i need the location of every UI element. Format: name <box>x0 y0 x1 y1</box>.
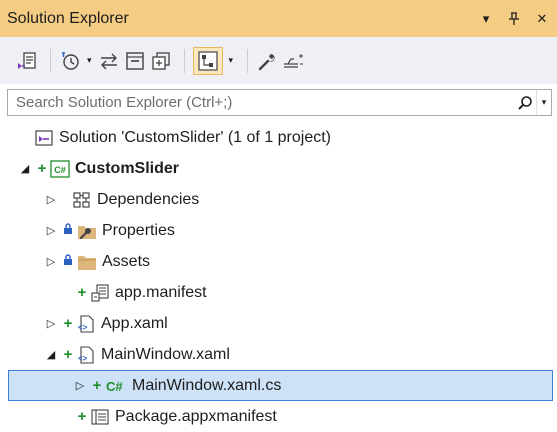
svg-text:C#: C# <box>54 165 66 175</box>
panel-title-bar: Solution Explorer ▾ ✕ <box>0 0 557 37</box>
preview-selected-items-icon[interactable] <box>192 46 223 75</box>
csharp-project-icon: C# <box>50 159 70 179</box>
xaml-file-icon: <> <box>76 345 96 365</box>
tree-item-app-xaml[interactable]: ▷ + <> App.xaml <box>0 308 557 339</box>
tree-item-label: Solution 'CustomSlider' (1 of 1 project) <box>59 129 332 146</box>
show-all-files-icon[interactable] <box>150 47 172 75</box>
tree-item-project[interactable]: ◢ + C# CustomSlider <box>0 153 557 184</box>
collapsed-arrow-icon[interactable]: ▷ <box>73 379 87 392</box>
folder-icon <box>77 252 97 272</box>
tree-item-mainwindow-xaml[interactable]: ◢ + <> MainWindow.xaml <box>0 339 557 370</box>
expanded-arrow-icon[interactable]: ◢ <box>44 348 58 361</box>
tree-item-label: Package.appxmanifest <box>115 408 277 425</box>
collapsed-arrow-icon[interactable]: ▷ <box>44 255 58 268</box>
added-icon: + <box>63 315 73 332</box>
tree-item-label: Dependencies <box>97 191 200 208</box>
search-options-dropdown-icon[interactable]: ▾ <box>536 90 551 115</box>
collapse-all-icon[interactable] <box>124 47 146 75</box>
toolbar-separator <box>183 48 185 73</box>
preview-dropdown-icon[interactable]: ▾ <box>229 55 234 66</box>
properties-icon[interactable] <box>256 47 278 75</box>
collapsed-arrow-icon[interactable]: ▷ <box>44 224 58 237</box>
tree-item-package-appxmanifest[interactable]: + Package.appxmanifest <box>0 401 557 432</box>
tree-item-label: Properties <box>102 222 175 239</box>
solution-tree: Solution 'CustomSlider' (1 of 1 project)… <box>0 122 557 432</box>
tree-item-label: MainWindow.xaml <box>101 346 230 363</box>
title-controls: ▾ ✕ <box>479 0 549 37</box>
csharp-file-icon: C# <box>105 376 127 396</box>
svg-text:<>: <> <box>78 354 88 363</box>
expanded-arrow-icon[interactable]: ◢ <box>18 162 32 175</box>
appxmanifest-file-icon <box>90 407 110 427</box>
search-box: ▾ <box>7 89 552 116</box>
toolbar-separator <box>247 48 249 73</box>
lock-icon <box>62 254 74 269</box>
tree-item-label: Assets <box>102 253 151 270</box>
pending-changes-filter-icon[interactable] <box>59 47 81 75</box>
manifest-file-icon <box>90 283 110 303</box>
tree-item-label: app.manifest <box>115 284 207 301</box>
added-icon: + <box>77 284 87 301</box>
added-icon: + <box>92 377 102 394</box>
added-icon: + <box>37 160 47 177</box>
panel-title: Solution Explorer <box>7 9 129 27</box>
tree-item-label: MainWindow.xaml.cs <box>132 377 282 394</box>
switch-views-icon[interactable] <box>16 47 38 75</box>
tree-item-assets[interactable]: ▷ Assets <box>0 246 557 277</box>
pin-icon[interactable] <box>507 11 521 26</box>
search-input[interactable] <box>8 90 514 115</box>
solution-icon <box>34 128 54 148</box>
tree-item-mainwindow-xaml-cs[interactable]: ▷ + C# MainWindow.xaml.cs <box>8 370 553 401</box>
toolbar-separator <box>50 48 51 73</box>
svg-text:<>: <> <box>78 323 88 332</box>
added-icon: + <box>77 408 87 425</box>
xaml-file-icon: <> <box>76 314 96 334</box>
collapsed-arrow-icon[interactable]: ▷ <box>44 193 58 206</box>
dropdown-icon[interactable]: ▾ <box>479 11 493 27</box>
close-icon[interactable]: ✕ <box>535 11 549 27</box>
sync-with-active-document-icon[interactable] <box>98 47 120 75</box>
tree-item-dependencies[interactable]: ▷ Dependencies <box>0 184 557 215</box>
properties-folder-icon <box>77 221 97 241</box>
tree-item-label: App.xaml <box>101 315 168 332</box>
search-icon[interactable] <box>514 90 536 115</box>
lock-icon <box>62 223 74 238</box>
tree-item-solution[interactable]: Solution 'CustomSlider' (1 of 1 project) <box>0 122 557 153</box>
toolbar: ▾ ▾ <box>0 37 557 84</box>
tree-item-app-manifest[interactable]: + app.manifest <box>0 277 557 308</box>
preview-pane-icon[interactable] <box>282 47 306 75</box>
dependencies-icon <box>72 190 92 210</box>
tree-item-label: CustomSlider <box>75 160 180 177</box>
collapsed-arrow-icon[interactable]: ▷ <box>44 317 58 330</box>
svg-text:C#: C# <box>106 379 123 394</box>
added-icon: + <box>63 346 73 363</box>
pending-changes-dropdown-icon[interactable]: ▾ <box>87 55 92 66</box>
tree-item-properties[interactable]: ▷ Properties <box>0 215 557 246</box>
